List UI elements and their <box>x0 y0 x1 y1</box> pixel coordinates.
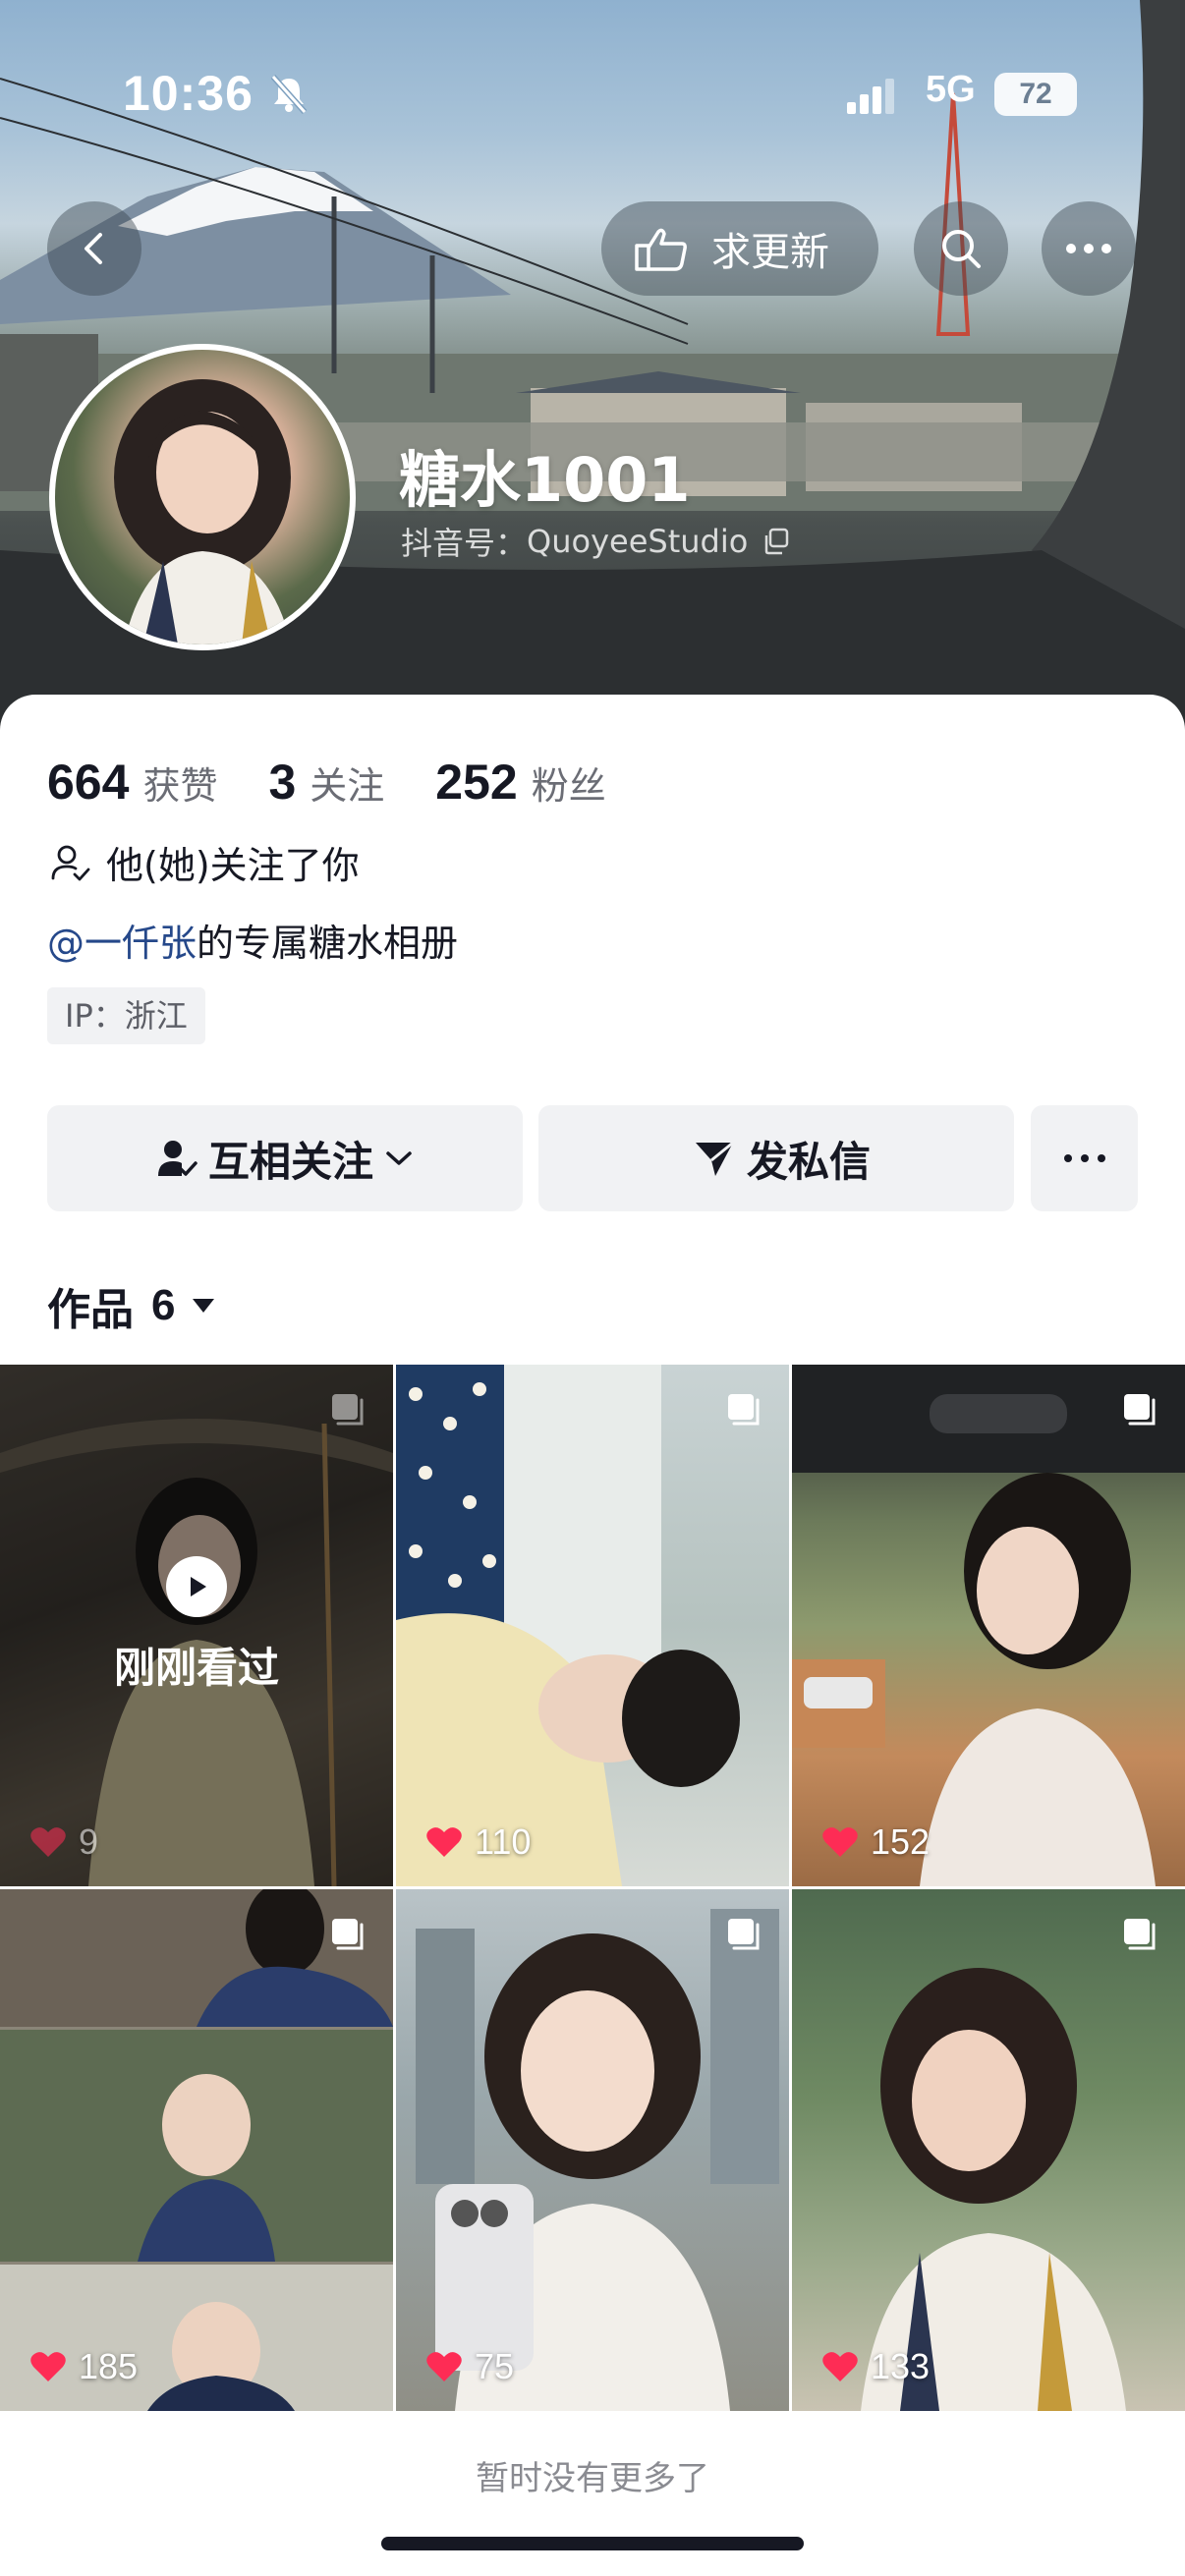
stat-value: 252 <box>435 755 518 810</box>
work-tile[interactable]: 75 <box>396 1889 789 2411</box>
likes-count: 152 <box>821 1821 930 1863</box>
work-thumbnail <box>396 1889 789 2411</box>
heart-icon <box>822 2352 858 2381</box>
request-update-button[interactable]: 求更新 <box>601 201 878 296</box>
gallery-icon <box>1124 1919 1156 1950</box>
stat-label: 关注 <box>310 764 385 808</box>
likes-count: 9 <box>29 1821 98 1863</box>
douyin-id-value: QuoyeeStudio <box>527 523 749 560</box>
bio-mention-link[interactable]: @一仟张 <box>47 922 197 965</box>
work-thumbnail <box>0 1889 393 2411</box>
douyin-id[interactable]: 抖音号： QuoyeeStudio <box>401 519 791 564</box>
profile-cover: 10:36 5G 72 求更新 糖水1001 抖音号： QuoyeeStudio <box>0 0 1185 747</box>
user-followed-icon <box>157 1141 198 1176</box>
copy-icon[interactable] <box>762 527 791 556</box>
likes-value: 133 <box>871 2346 931 2386</box>
stat-value: 664 <box>47 755 130 810</box>
send-arrow-icon <box>695 1141 734 1176</box>
follows-you-note: 他(她)关注了你 <box>49 835 360 889</box>
heart-icon <box>426 1827 462 1857</box>
likes-value: 75 <box>475 2346 515 2386</box>
more-actions-button[interactable] <box>1031 1105 1138 1211</box>
likes-count: 185 <box>29 2346 138 2387</box>
stat-label: 粉丝 <box>531 764 606 808</box>
work-tile[interactable]: 133 <box>792 1889 1185 2411</box>
signal-icon <box>847 79 894 114</box>
heart-icon <box>426 2352 462 2381</box>
bio: @一仟张的专属糖水相册 <box>47 913 458 967</box>
no-more-content-text: 暂时没有更多了 <box>476 2459 709 2498</box>
likes-count: 75 <box>425 2346 514 2387</box>
mutual-follow-label: 互相关注 <box>207 1137 373 1186</box>
gallery-icon <box>728 1394 760 1426</box>
stat-label: 获赞 <box>142 764 218 808</box>
status-bar: 10:36 5G 72 <box>0 59 1185 138</box>
work-thumbnail <box>792 1889 1185 2411</box>
request-update-label: 求更新 <box>711 230 829 275</box>
status-time: 10:36 <box>123 66 254 121</box>
battery-indicator: 72 <box>994 73 1077 116</box>
heart-icon <box>822 1827 858 1857</box>
more-dots-icon <box>1066 244 1111 253</box>
work-tile[interactable]: 刚刚看过 9 <box>0 1365 393 1886</box>
silent-bell-icon <box>270 75 308 114</box>
avatar-portrait <box>114 379 291 644</box>
work-tile[interactable]: 110 <box>396 1365 789 1886</box>
play-icon <box>166 1556 227 1617</box>
gallery-icon <box>1124 1394 1156 1426</box>
gallery-icon <box>332 1394 364 1426</box>
more-dots-icon <box>1063 1154 1105 1162</box>
work-tile[interactable]: 152 <box>792 1365 1185 1886</box>
profile-stats: 664 获赞 3 关注 252 粉丝 <box>47 754 657 811</box>
search-icon <box>942 230 981 268</box>
nickname: 糖水1001 <box>399 444 691 516</box>
likes-value: 9 <box>79 1821 99 1862</box>
follows-you-text: 他(她)关注了你 <box>106 844 360 887</box>
user-check-icon <box>51 845 90 880</box>
heart-icon <box>30 1827 66 1857</box>
work-thumbnail <box>792 1365 1185 1886</box>
douyin-id-label: 抖音号： <box>401 525 528 562</box>
work-thumbnail <box>396 1365 789 1886</box>
likes-count: 110 <box>425 1821 531 1863</box>
works-label: 作品 <box>47 1285 134 1335</box>
stat-likes[interactable]: 664 获赞 <box>47 754 217 811</box>
back-button[interactable] <box>47 201 141 296</box>
likes-value: 152 <box>871 1821 931 1862</box>
chevron-down-icon <box>386 1151 412 1165</box>
send-message-label: 发私信 <box>746 1137 871 1186</box>
mutual-follow-button[interactable]: 互相关注 <box>47 1105 523 1211</box>
search-button[interactable] <box>914 201 1008 296</box>
works-tab-header[interactable]: 作品 6 <box>47 1274 216 1337</box>
more-options-button[interactable] <box>1042 201 1136 296</box>
pointing-hand-icon <box>635 228 687 271</box>
network-type: 5G <box>926 69 976 110</box>
stat-value: 3 <box>268 755 297 810</box>
bio-text: 的专属糖水相册 <box>197 922 459 965</box>
work-tile[interactable]: 185 <box>0 1889 393 2411</box>
works-grid: 刚刚看过 9 110 152 185 75 133 <box>0 1365 1185 2414</box>
recently-watched-overlay: 刚刚看过 <box>0 1365 393 1886</box>
works-count: 6 <box>151 1281 176 1329</box>
likes-value: 185 <box>79 2346 139 2386</box>
action-row: 互相关注 发私信 <box>47 1105 1138 1211</box>
gallery-icon <box>332 1919 364 1950</box>
recently-watched-label: 刚刚看过 <box>113 1644 279 1692</box>
likes-count: 133 <box>821 2346 930 2387</box>
stat-followers[interactable]: 252 粉丝 <box>435 754 605 811</box>
home-indicator[interactable] <box>381 2537 804 2550</box>
chevron-left-icon <box>85 233 102 264</box>
send-message-button[interactable]: 发私信 <box>538 1105 1014 1211</box>
heart-icon <box>30 2352 66 2381</box>
ip-location-tag: IP：浙江 <box>47 987 205 1044</box>
likes-value: 110 <box>475 1821 532 1862</box>
stat-following[interactable]: 3 关注 <box>268 754 384 811</box>
avatar[interactable] <box>49 344 356 650</box>
caret-down-icon <box>193 1299 215 1313</box>
gallery-icon <box>728 1919 760 1950</box>
